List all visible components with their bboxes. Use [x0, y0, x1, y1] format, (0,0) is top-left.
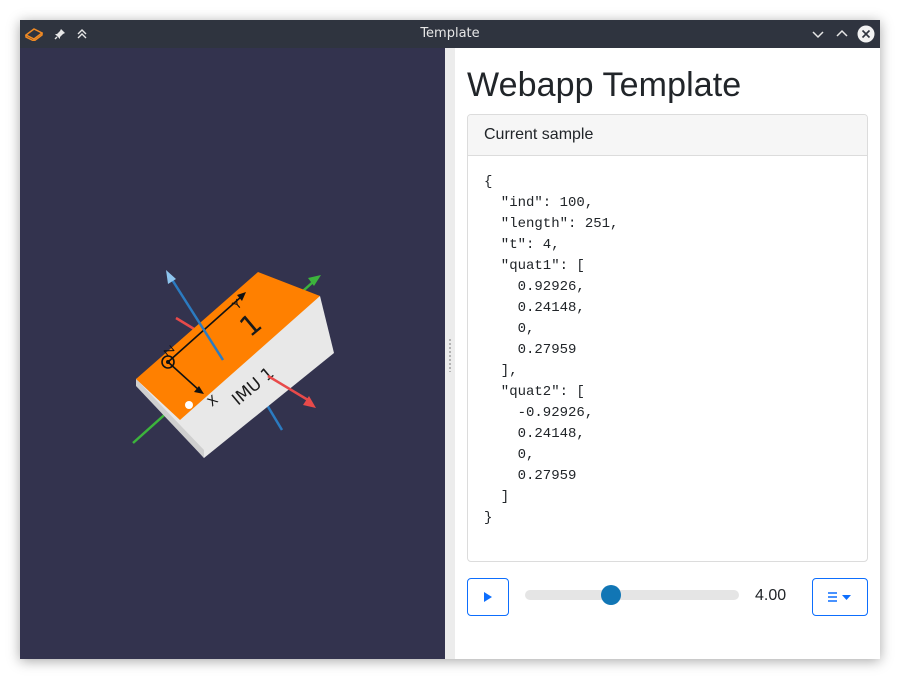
play-button[interactable]	[467, 578, 509, 616]
minimize-icon[interactable]	[808, 24, 828, 44]
3d-viewport[interactable]: IMU 1 1 Y X Z	[20, 48, 445, 659]
list-icon	[828, 592, 851, 602]
menu-dropdown-button[interactable]	[812, 578, 868, 616]
splitter-grip[interactable]	[448, 338, 452, 372]
box-marker-dot	[185, 401, 193, 409]
window-title: Template	[420, 26, 480, 41]
info-panel: Webapp Template Current sample { "ind": …	[455, 48, 880, 659]
app-window: Template IMU 1 1 Y X Z Webapp Template C…	[20, 20, 880, 659]
time-slider[interactable]	[525, 585, 739, 605]
close-icon[interactable]	[856, 24, 876, 44]
playback-controls: 4.00	[467, 578, 868, 616]
card-body: { "ind": 100, "length": 251, "t": 4, "qu…	[468, 156, 867, 545]
card-header: Current sample	[468, 115, 867, 156]
pane-splitter[interactable]	[445, 48, 455, 659]
title-bar: Template	[20, 20, 880, 48]
play-icon	[484, 592, 492, 602]
imu-scene: IMU 1 1 Y X Z	[132, 270, 334, 458]
page-title: Webapp Template	[467, 66, 742, 104]
sample-json: { "ind": 100, "length": 251, "t": 4, "qu…	[484, 174, 619, 526]
time-value: 4.00	[755, 587, 787, 604]
slider-thumb[interactable]	[600, 585, 621, 605]
maximize-icon[interactable]	[832, 24, 852, 44]
top-z-axis-dot	[166, 360, 170, 364]
sample-card: Current sample { "ind": 100, "length": 2…	[467, 114, 868, 562]
